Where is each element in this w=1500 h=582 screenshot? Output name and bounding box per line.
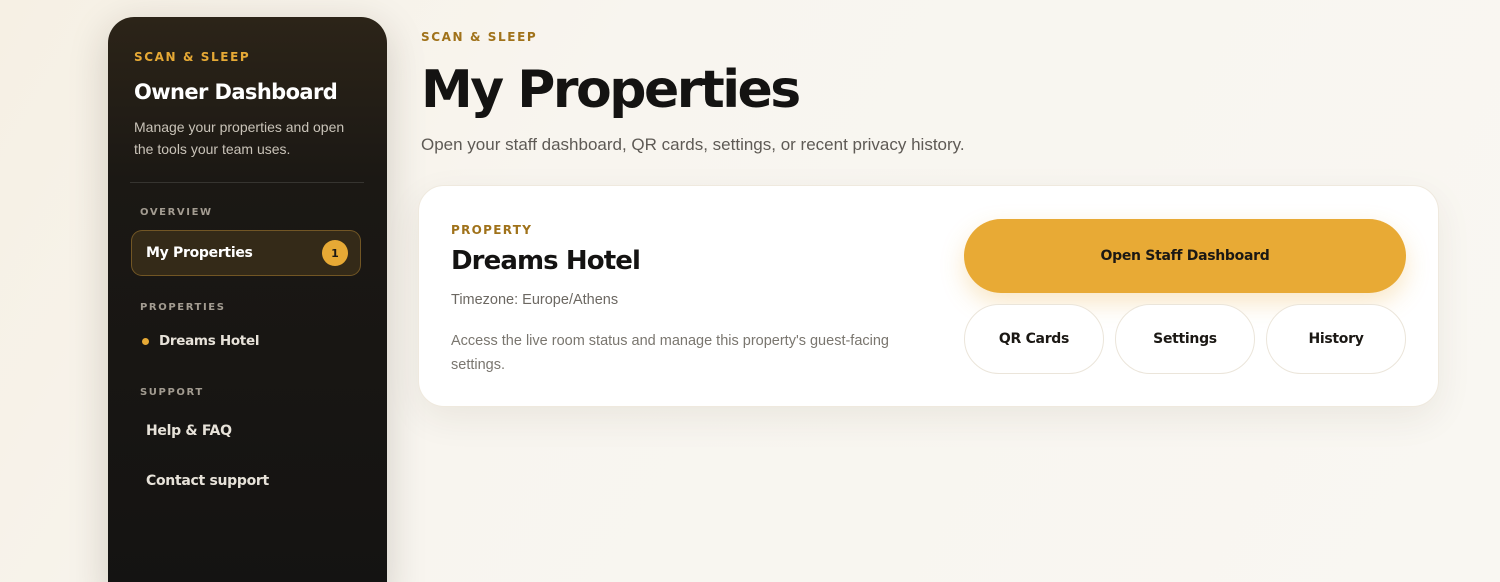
property-card: PROPERTY Dreams Hotel Timezone: Europe/A… (418, 185, 1439, 407)
open-staff-dashboard-button[interactable]: Open Staff Dashboard (964, 219, 1406, 293)
property-name: Dreams Hotel (451, 246, 641, 276)
history-button[interactable]: History (1266, 304, 1406, 374)
sidebar-link-help-faq[interactable]: Help & FAQ (146, 423, 365, 439)
count-badge: 1 (322, 240, 348, 266)
sidebar-divider (130, 182, 364, 183)
sidebar-description: Manage your properties and open the tool… (134, 119, 345, 157)
sidebar: SCAN & SLEEP Owner Dashboard Manage your… (108, 17, 387, 582)
sidebar-title: Owner Dashboard (134, 80, 338, 104)
sidebar-section-support: SUPPORT (140, 387, 204, 398)
page-title: My Properties (421, 60, 801, 120)
sidebar-item-label: My Properties (146, 245, 253, 261)
bullet-dot-icon (142, 337, 149, 345)
settings-button[interactable]: Settings (1115, 304, 1255, 374)
sidebar-item-dreams-hotel[interactable]: Dreams Hotel (142, 333, 365, 349)
sidebar-brand: SCAN & SLEEP (134, 50, 251, 64)
page-subtitle: Open your staff dashboard, QR cards, set… (421, 135, 965, 154)
card-eyebrow: PROPERTY (451, 223, 533, 237)
sidebar-link-contact-support[interactable]: Contact support (146, 473, 365, 489)
sidebar-item-my-properties[interactable]: My Properties 1 (131, 230, 361, 276)
sidebar-section-properties: PROPERTIES (140, 302, 226, 313)
header-brand: SCAN & SLEEP (421, 30, 538, 44)
qr-cards-button[interactable]: QR Cards (964, 304, 1104, 374)
sidebar-item-label: Dreams Hotel (159, 333, 260, 349)
sidebar-section-overview: OVERVIEW (140, 207, 213, 218)
property-timezone: Timezone: Europe/Athens (451, 292, 619, 308)
property-description: Access the live room status and manage t… (451, 333, 889, 373)
